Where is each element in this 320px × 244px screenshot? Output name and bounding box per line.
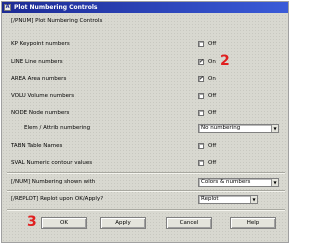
option-label-area: AREA Area numbers [11,76,67,82]
num-shown-label: [/NUM] Numbering shown with [11,179,96,185]
num-shown-select[interactable]: Colors & numbers ▼ [198,178,279,187]
ok-button[interactable]: OK [41,217,87,229]
checkbox-sval[interactable] [198,160,204,166]
separator [7,209,285,211]
header-text: [/PNUM] Plot Numbering Controls [11,18,103,24]
replot-label: [/REPLOT] Replot upon OK/Apply? [11,196,104,202]
checkbox-tabn[interactable] [198,143,204,149]
apply-button[interactable]: Apply [100,217,146,229]
option-label-kp: KP Keypoint numbers [11,41,70,47]
checkbox-volu-state: Off [208,93,217,99]
annotation-step-3: 3 [27,214,37,230]
replot-select[interactable]: Replot ▼ [198,195,258,204]
option-label-line: LINE Line numbers [11,59,63,65]
checkbox-node[interactable] [198,110,204,116]
checkbox-volu[interactable] [198,93,204,99]
annotation-step-2: 2 [220,53,230,69]
title-bar: A Plot Numbering Controls [2,2,288,13]
checkbox-kp-state: Off [208,41,217,47]
elem-attrib-select[interactable]: No numbering ▼ [198,124,279,133]
option-label-tabn: TABN Table Names [11,143,63,149]
chevron-down-icon[interactable]: ▼ [271,125,278,132]
option-label-volu: VOLU Volume numbers [11,93,75,99]
checkbox-kp[interactable] [198,41,204,47]
plot-numbering-dialog: A Plot Numbering Controls [/PNUM] Plot N… [1,1,289,243]
separator [7,172,285,174]
replot-value: Replot [201,196,219,202]
app-icon: A [4,4,11,11]
checkbox-line[interactable]: ✓ [198,59,204,65]
separator [7,190,285,192]
num-shown-value: Colors & numbers [201,179,251,185]
option-label-sval: SVAL Numeric contour values [11,160,93,166]
checkbox-area-state: On [208,76,216,82]
checkbox-line-state: On [208,59,216,65]
option-label-node: NODE Node numbers [11,110,70,116]
elem-attrib-value: No numbering [201,125,241,131]
window-title: Plot Numbering Controls [14,4,98,11]
chevron-down-icon[interactable]: ▼ [271,179,278,186]
checkbox-node-state: Off [208,110,217,116]
checkbox-tabn-state: Off [208,143,217,149]
cancel-button[interactable]: Cancel [166,217,212,229]
help-button[interactable]: Help [230,217,276,229]
checkbox-sval-state: Off [208,160,217,166]
checkbox-area[interactable]: ✓ [198,76,204,82]
elem-attrib-label: Elem / Attrib numbering [24,125,91,131]
chevron-down-icon[interactable]: ▼ [250,196,257,203]
